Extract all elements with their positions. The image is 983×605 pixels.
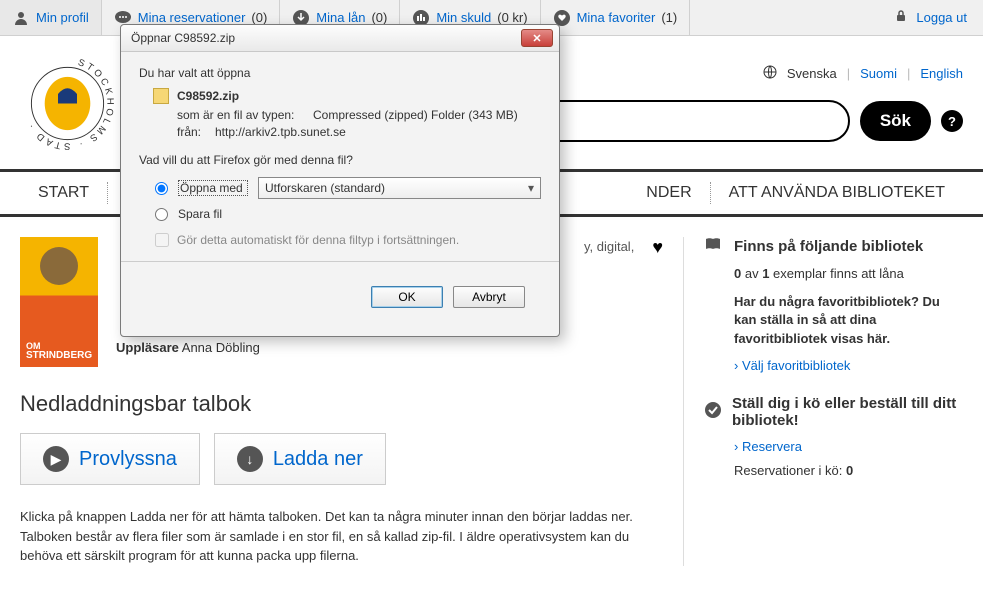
nav-count: (0 kr): [497, 10, 527, 25]
stockholm-stad-logo: STOCKHOLMS · STAD ·: [20, 56, 115, 151]
close-icon: ✕: [532, 32, 541, 45]
book-icon: [704, 237, 724, 255]
reader-label: Uppläsare: [116, 340, 179, 355]
file-row: C98592.zip: [153, 88, 541, 104]
person-icon: [12, 9, 30, 27]
reader-name: Anna Döbling: [182, 340, 260, 355]
download-button[interactable]: ↓ Ladda ner: [214, 433, 386, 485]
nav-label: Min skuld: [436, 10, 491, 25]
radio-open-with[interactable]: Öppna med Utforskaren (standard): [155, 177, 541, 199]
sidebar: Finns på följande bibliotek 0 av 1 exemp…: [683, 237, 963, 566]
block-title: Finns på följande bibliotek: [734, 238, 923, 255]
dialog-close-button[interactable]: ✕: [521, 29, 553, 47]
search-button[interactable]: Sök: [860, 101, 931, 141]
open-with-dropdown[interactable]: Utforskaren (standard): [258, 177, 541, 199]
nav-label: Mina favoriter: [577, 10, 656, 25]
radio-save-file[interactable]: Spara fil: [155, 207, 541, 221]
auto-checkbox-row[interactable]: Gör detta automatiskt för denna filtyp i…: [155, 233, 541, 247]
body-text: Klicka på knappen Ladda ner för att hämt…: [20, 507, 663, 566]
language-selector: Svenska | Suomi | English: [763, 65, 963, 82]
nav-count: (0): [251, 10, 267, 25]
nav-label: Mina lån: [316, 10, 365, 25]
zip-file-icon: [153, 88, 169, 104]
lang-english[interactable]: English: [920, 66, 963, 81]
action-buttons: ▶ Provlyssna ↓ Ladda ner: [20, 433, 663, 485]
dialog-question: Vad vill du att Firefox gör med denna fi…: [139, 153, 541, 167]
check-circle-icon: [704, 401, 722, 423]
auto-checkbox: [155, 233, 169, 247]
listen-button[interactable]: ▶ Provlyssna: [20, 433, 200, 485]
nav-label: Logga ut: [916, 10, 967, 25]
radio-open-with-input[interactable]: [155, 182, 168, 195]
favorite-text: Har du några favoritbibliotek? Du kan st…: [734, 293, 963, 348]
reserve-block: Ställ dig i kö eller beställ till ditt b…: [704, 395, 963, 480]
dialog-body: Du har valt att öppna C98592.zip som är …: [121, 52, 559, 336]
nav-profile[interactable]: Min profil: [0, 0, 102, 35]
favorite-heart-icon[interactable]: ♥: [652, 237, 663, 367]
lock-icon: [894, 9, 908, 26]
dialog-footer: OK Avbryt: [139, 276, 541, 322]
block-title: Ställ dig i kö eller beställ till ditt b…: [732, 395, 963, 429]
section-title: Nedladdningsbar talbok: [20, 391, 663, 417]
dialog-ok-button[interactable]: OK: [371, 286, 443, 308]
dialog-title: Öppnar C98592.zip: [131, 31, 235, 45]
nav-favorites[interactable]: Mina favoriter (1): [541, 0, 691, 35]
queue-count: Reservationer i kö: 0: [734, 462, 963, 480]
choose-favorites-link[interactable]: Välj favoritbibliotek: [734, 358, 963, 373]
download-dialog: Öppnar C98592.zip ✕ Du har valt att öppn…: [120, 24, 560, 337]
nav-item[interactable]: NDER: [628, 184, 709, 202]
search-help-button[interactable]: ?: [941, 110, 963, 132]
play-icon: ▶: [43, 446, 69, 472]
nav-start[interactable]: START: [20, 184, 107, 202]
nav-label: Min profil: [36, 10, 89, 25]
file-from-row: från: http://arkiv2.tpb.sunet.se: [177, 125, 541, 139]
file-type-row: som är en fil av typen: Compressed (zipp…: [177, 108, 541, 122]
availability: 0 av 1 exemplar finns att låna: [734, 265, 963, 283]
book-cover: OM STRINDBERG: [20, 237, 98, 367]
libraries-block: Finns på följande bibliotek 0 av 1 exemp…: [704, 237, 963, 373]
download-icon: ↓: [237, 446, 263, 472]
nav-logout[interactable]: Logga ut: [878, 0, 983, 35]
dialog-cancel-button[interactable]: Avbryt: [453, 286, 525, 308]
reserve-link[interactable]: Reservera: [734, 439, 963, 454]
nav-use-library[interactable]: ATT ANVÄNDA BIBLIOTEKET: [711, 184, 963, 202]
globe-icon: [763, 65, 777, 82]
dialog-intro: Du har valt att öppna: [139, 66, 541, 80]
nav-count: (1): [661, 10, 677, 25]
nav-label: Mina reservationer: [138, 10, 246, 25]
lang-suomi[interactable]: Suomi: [860, 66, 897, 81]
dialog-titlebar[interactable]: Öppnar C98592.zip ✕: [121, 25, 559, 52]
file-name: C98592.zip: [177, 89, 239, 103]
nav-count: (0): [371, 10, 387, 25]
lang-current[interactable]: Svenska: [787, 66, 837, 81]
radio-save-file-input[interactable]: [155, 208, 168, 221]
